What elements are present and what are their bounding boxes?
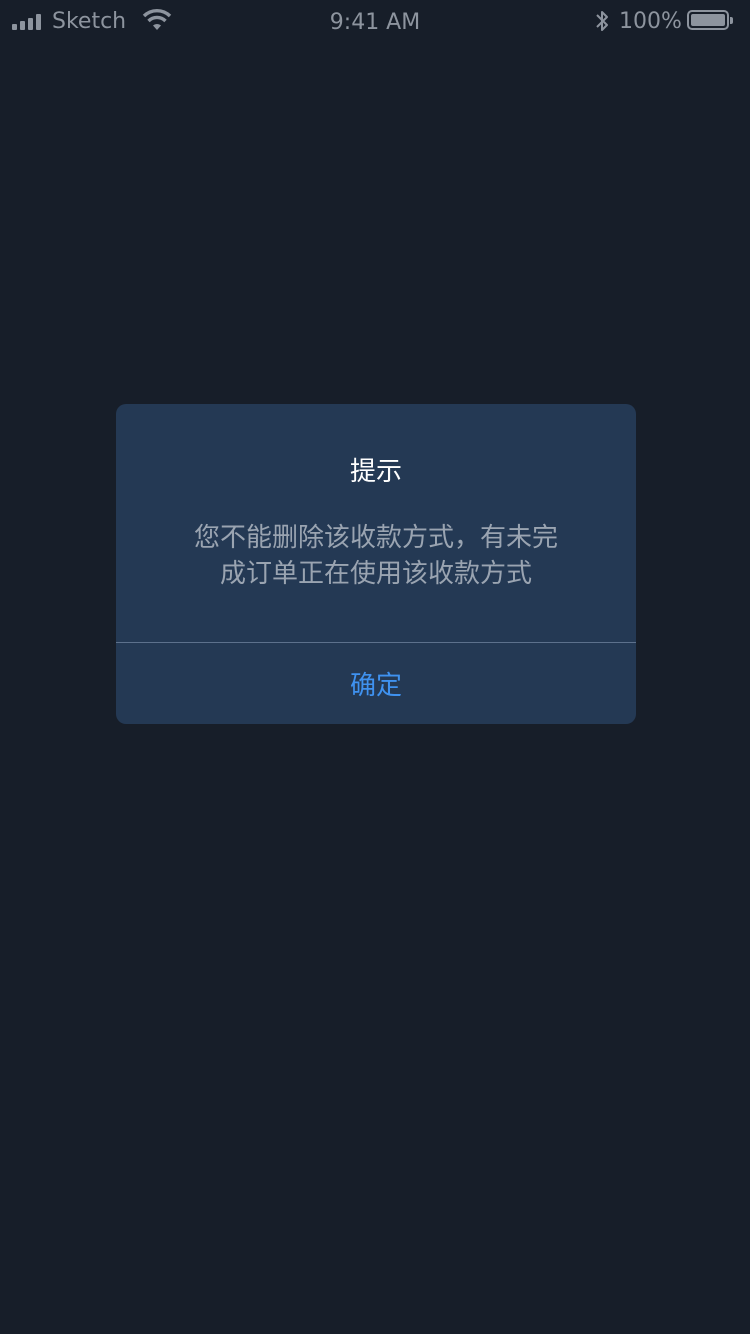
battery-percent: 100% [619, 9, 682, 34]
status-bar: Sketch 9:41 AM 100% [0, 0, 750, 44]
bluetooth-icon [596, 11, 608, 31]
confirm-button[interactable]: 确定 [116, 643, 636, 724]
battery-icon [687, 10, 733, 30]
dialog-message-line-2: 成订单正在使用该收款方式 [219, 559, 532, 589]
alert-dialog: 提示 您不能删除该收款方式，有未完 成订单正在使用该收款方式 确定 [116, 404, 636, 724]
dialog-message-line-1: 您不能删除该收款方式，有未完 [193, 523, 558, 553]
dialog-title: 提示 [349, 457, 402, 487]
dialog-message: 您不能删除该收款方式，有未完 成订单正在使用该收款方式 [166, 520, 586, 592]
battery-fill [691, 14, 725, 26]
battery-nub [730, 17, 733, 24]
